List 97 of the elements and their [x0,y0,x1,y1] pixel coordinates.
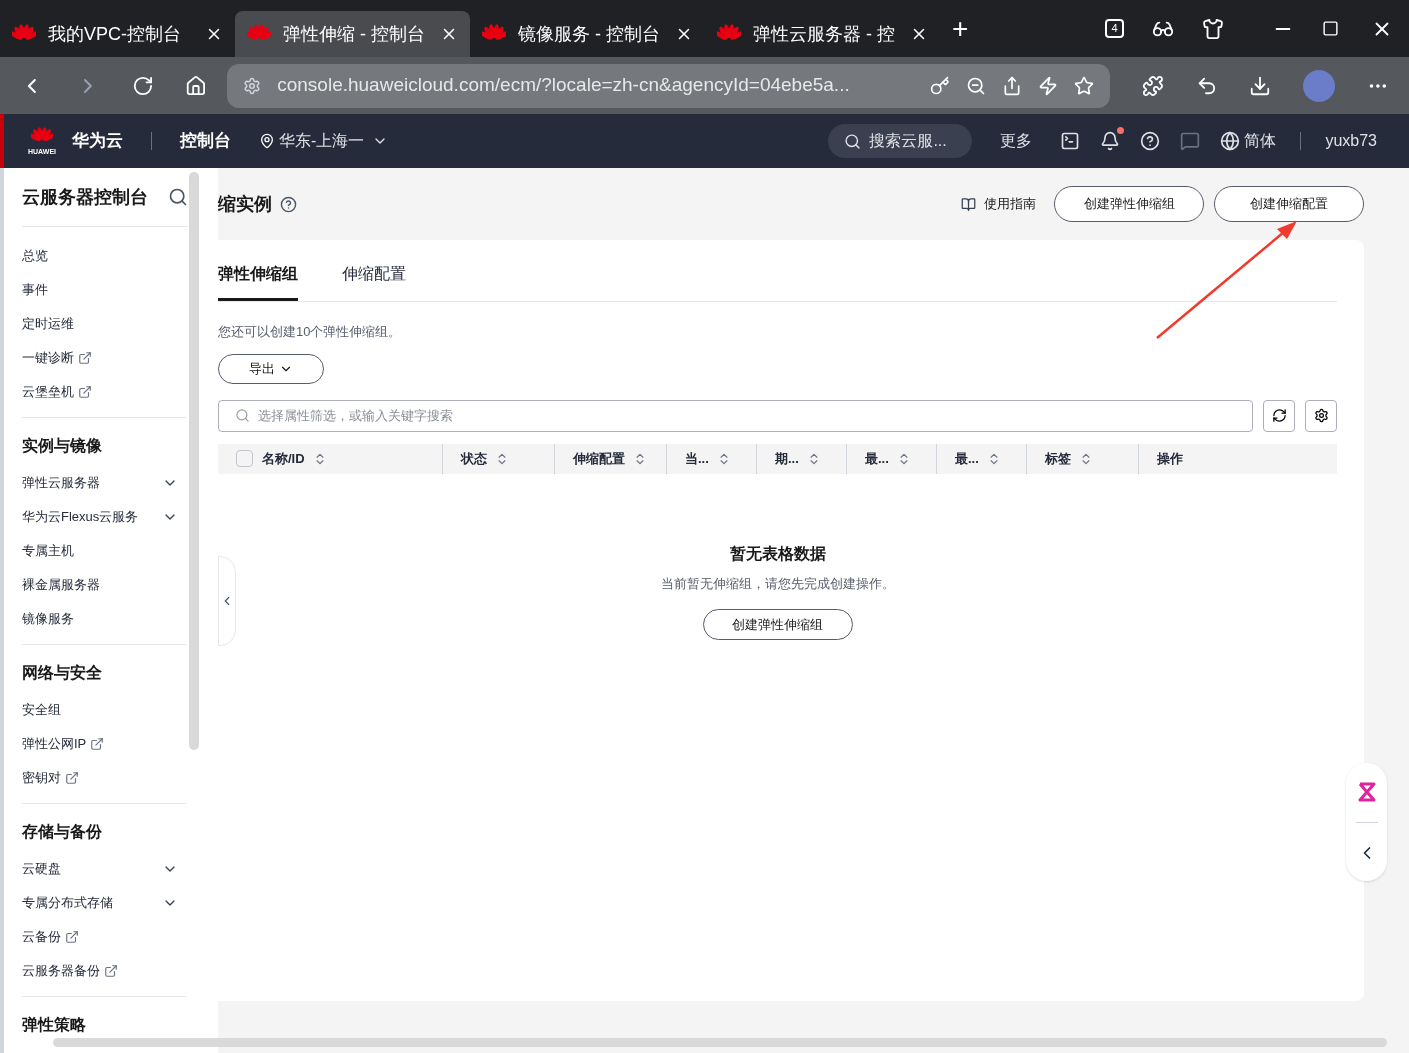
star-icon[interactable] [1073,75,1094,96]
location-icon [259,133,275,149]
column-header: 名称/ID [262,449,305,468]
section-title: 存储与备份 [22,822,103,842]
browser-tab[interactable]: 镜像服务 - 控制台 [470,11,705,57]
key-icon[interactable] [929,75,950,96]
sidebar-item[interactable]: 一键诊断 [22,348,74,368]
maximize-icon[interactable] [1322,20,1339,37]
scrollbar[interactable] [189,172,199,750]
sidebar-title: 云服务器控制台 [22,185,148,209]
external-link-icon [65,930,79,944]
column-header: 操作 [1157,449,1183,468]
search-icon[interactable] [168,187,188,207]
sidebar-item[interactable]: 云硬盘 [22,859,61,879]
sidebar-item[interactable]: 镜像服务 [22,609,74,629]
collapse-handle[interactable] [218,556,236,646]
section-title: 弹性策略 [22,1015,87,1035]
site-info-icon[interactable] [243,76,262,95]
reload-icon[interactable] [131,74,154,97]
column-header: 最... [955,449,979,468]
search-placeholder: 搜索云服... [869,131,947,151]
search-field[interactable]: 搜索云服... [828,124,973,158]
sidebar-item[interactable]: 裸金属服务器 [22,575,100,595]
sidebar-item[interactable]: 密钥对 [22,768,61,788]
zoom-out-icon[interactable] [965,75,986,96]
external-link-icon [90,737,105,751]
content-tab[interactable]: 伸缩配置 [342,262,406,301]
sidebar-item[interactable]: 事件 [22,280,48,300]
brand-name[interactable]: 华为云 [72,128,123,154]
browser-tab[interactable]: 弹性伸缩 - 控制台 [235,11,470,57]
home-icon[interactable] [185,74,208,97]
url-text: console.huaweicloud.com/ecm/?locale=zh-cn&agencyId=04ebe5a... [277,73,851,98]
search-placeholder: 选择属性筛选，或输入关键字搜索 [258,406,453,425]
column-header: 状态 [461,449,487,468]
tab-count-icon[interactable]: 4 [1105,19,1124,38]
column-header: 伸缩配置 [573,449,625,468]
tab-title: 镜像服务 - 控制台 [518,22,661,46]
external-link-icon [78,385,92,399]
region-selector[interactable]: 华东-上海一 [279,129,365,153]
sidebar-item[interactable]: 安全组 [22,700,61,720]
filter-search-field[interactable]: 选择属性筛选，或输入关键字搜索 [218,399,1253,432]
external-link-icon [65,771,79,785]
empty-message: 当前暂无伸缩组，请您先完成创建操作。 [660,574,895,593]
sidebar-item[interactable]: 云服务器备份 [22,961,100,981]
browser-tab[interactable]: 弹性云服务器 - 控 [705,11,940,57]
sidebar-item[interactable]: 弹性云服务器 [22,473,100,493]
refresh-button[interactable] [1263,399,1295,432]
external-link-icon [78,351,92,365]
select-all-checkbox[interactable] [236,450,253,467]
sidebar-item[interactable]: 云备份 [22,927,61,947]
search-icon [844,132,862,150]
browser-tab[interactable]: 我的VPC-控制台 [0,11,235,57]
sidebar-item[interactable]: 专属主机 [22,541,74,561]
horizontal-scrollbar[interactable] [53,1038,1387,1047]
sidebar-item[interactable]: 总览 [22,246,48,266]
column-header: 期... [775,449,799,468]
settings-icon [1313,408,1329,423]
page-title: 缩实例 [218,192,272,216]
sidebar-item[interactable]: 专属分布式存储 [22,893,113,913]
create-group-button[interactable]: 创建弹性伸缩组 [702,609,853,640]
language-selector[interactable]: 简体 [1244,129,1277,153]
column-header: 最... [865,449,889,468]
more-link[interactable]: 更多 [1000,129,1033,153]
sidebar-item[interactable]: 弹性公网IP [22,734,87,754]
feedback-icon[interactable] [1180,131,1201,151]
download-icon[interactable] [1249,74,1272,97]
section-title: 网络与安全 [22,663,103,683]
shirt-icon[interactable] [1202,17,1224,40]
search-icon [235,408,250,423]
globe-icon[interactable] [1220,131,1241,151]
user-name[interactable]: yuxb73 [1325,129,1377,153]
column-header: 标签 [1045,449,1071,468]
sidebar-item[interactable]: 华为云Flexus云服务 [22,507,139,527]
sidebar-item[interactable]: 定时运维 [22,314,74,334]
tab-title: 弹性云服务器 - 控 [753,22,896,46]
sidebar-item[interactable]: 云堡垒机 [22,382,74,402]
book-icon [961,196,976,212]
help-icon[interactable] [280,195,297,213]
create-button[interactable]: 创建弹性伸缩组 [1054,186,1204,222]
create-button[interactable]: 创建伸缩配置 [1214,186,1364,222]
empty-title: 暂无表格数据 [729,543,826,564]
refresh-icon [1271,408,1287,423]
new-tab-button[interactable]: + [952,7,969,50]
extensions-icon[interactable] [1141,74,1164,97]
content-tab[interactable]: 弹性伸缩组 [218,262,298,301]
address-field[interactable]: console.huaweicloud.com/ecm/?locale=zh-cn&agencyId=04ebe5a... [227,63,1110,108]
column-header: 当... [685,449,709,468]
console-link[interactable]: 控制台 [180,128,231,154]
terminal-icon[interactable] [1060,131,1081,151]
settings-button[interactable] [1305,399,1337,432]
external-link-icon [104,964,118,978]
tab-title: 弹性伸缩 - 控制台 [283,22,426,46]
section-title: 实例与镜像 [22,436,103,456]
quota-note: 您还可以创建10个弹性伸缩组。 [218,323,403,341]
lightning-icon[interactable] [1037,75,1058,96]
tab-title: 我的VPC-控制台 [48,22,182,46]
guide-link[interactable]: 使用指南 [984,194,1036,214]
